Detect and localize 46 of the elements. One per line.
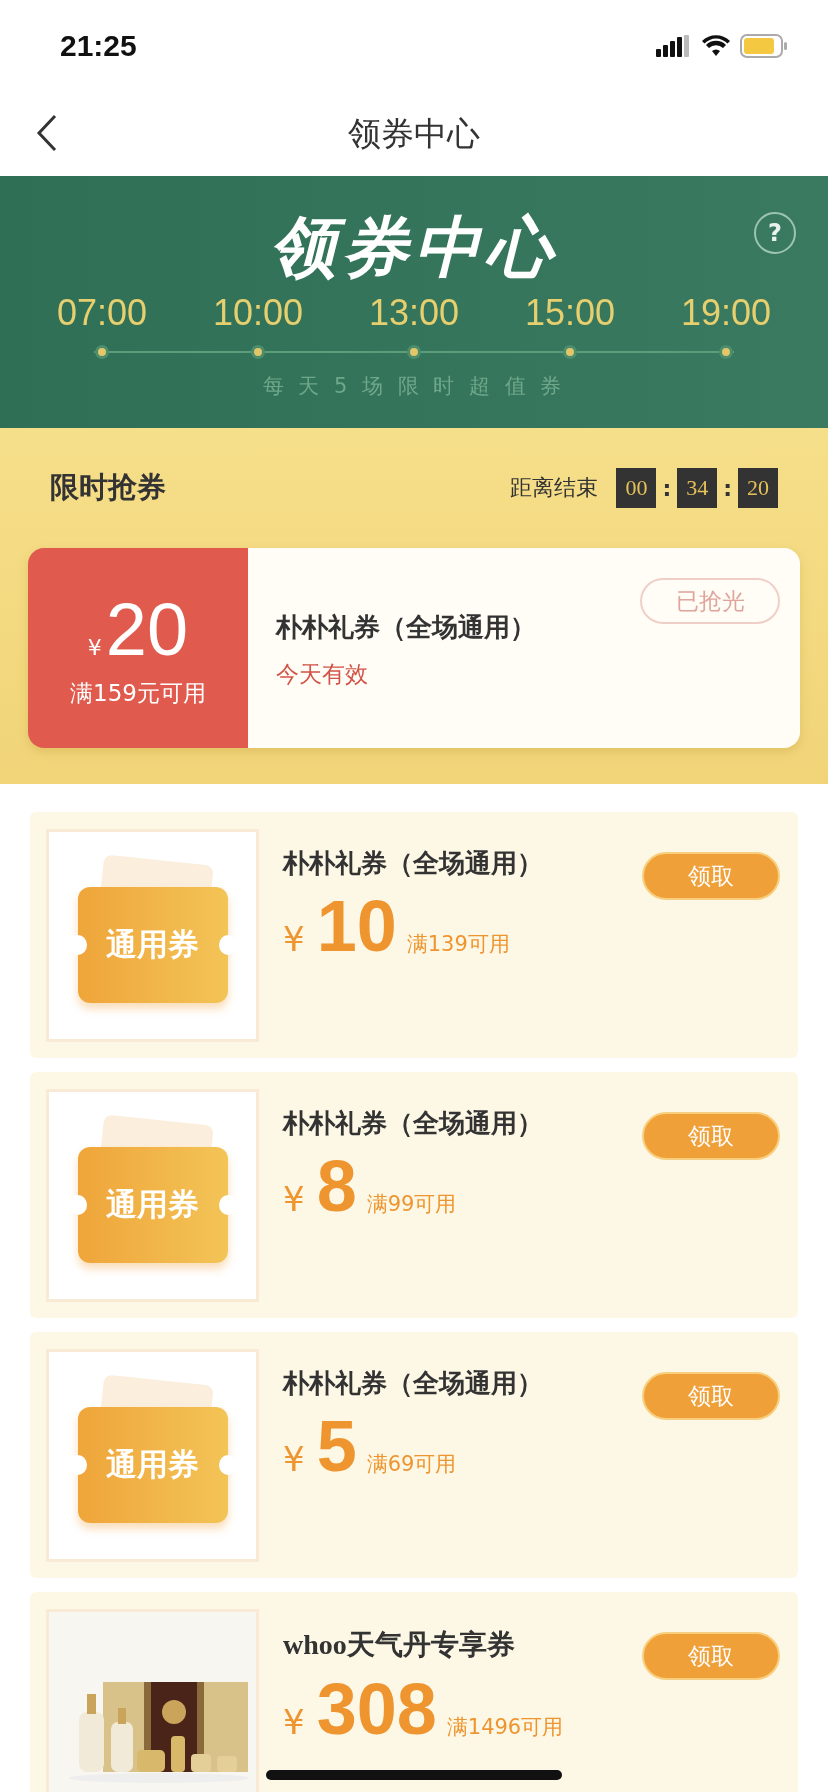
claim-button[interactable]: 领取 [642,1632,780,1680]
claim-button[interactable]: 领取 [642,852,780,900]
status-time: 21:25 [60,29,137,63]
battery-icon [740,34,788,58]
coupon-title: 朴朴礼券（全场通用） [283,847,543,880]
coupon-title: 朴朴礼券（全场通用） [283,1107,543,1140]
currency-sign: ¥ [283,919,305,959]
session-time[interactable]: 07:00 [24,292,180,334]
countdown-label: 距离结束 [510,474,599,502]
countdown-digits: 34 [677,468,718,508]
coupon-title: whoo天气丹专享券 [283,1628,516,1662]
countdown-separator: : [723,475,732,501]
session-time[interactable]: 13:00 [336,292,492,334]
claim-button[interactable]: 领取 [642,1112,780,1160]
coupon-condition: 满69可用 [366,1451,457,1478]
coupon-amount: 10 [316,891,397,961]
coupon-amount: 308 [316,1674,437,1744]
wifi-icon [702,35,730,57]
claim-button[interactable]: 领取 [642,1372,780,1420]
coupon-amount: 20 [105,587,189,672]
coupon-amount: 8 [316,1151,357,1221]
back-icon[interactable] [36,114,58,152]
signal-icon [656,35,692,57]
countdown-digits: 00 [616,468,657,508]
coupon-validity: 今天有效 [276,660,369,689]
currency-sign: ¥ [283,1702,305,1742]
countdown-separator: : [662,475,672,501]
section-title: 限时抢券 [50,469,166,506]
coupon-condition: 满159元可用 [70,678,206,708]
session-time[interactable]: 15:00 [492,292,648,334]
coupon-title: 朴朴礼券（全场通用） [276,611,536,644]
coupon-title: 朴朴礼券（全场通用） [283,1367,543,1400]
coupon-condition: 满1496可用 [446,1714,564,1741]
coupon-amount: 5 [316,1411,357,1481]
session-time[interactable]: 19:00 [648,292,804,334]
help-button[interactable]: ? [754,212,796,254]
coupon-condition: 满139可用 [406,931,510,958]
currency-sign: ¥ [283,1179,305,1219]
banner-subtitle: 每 天 5 场 限 时 超 值 券 [262,373,566,400]
coupon-condition: 满99可用 [366,1191,457,1218]
countdown-digits: 20 [738,468,778,508]
page-title: 领券中心 [348,112,480,155]
currency-sign: ¥ [87,634,102,660]
banner-title: 领券中心 [270,210,558,286]
currency-sign: ¥ [283,1439,305,1479]
session-time[interactable]: 10:00 [180,292,336,334]
